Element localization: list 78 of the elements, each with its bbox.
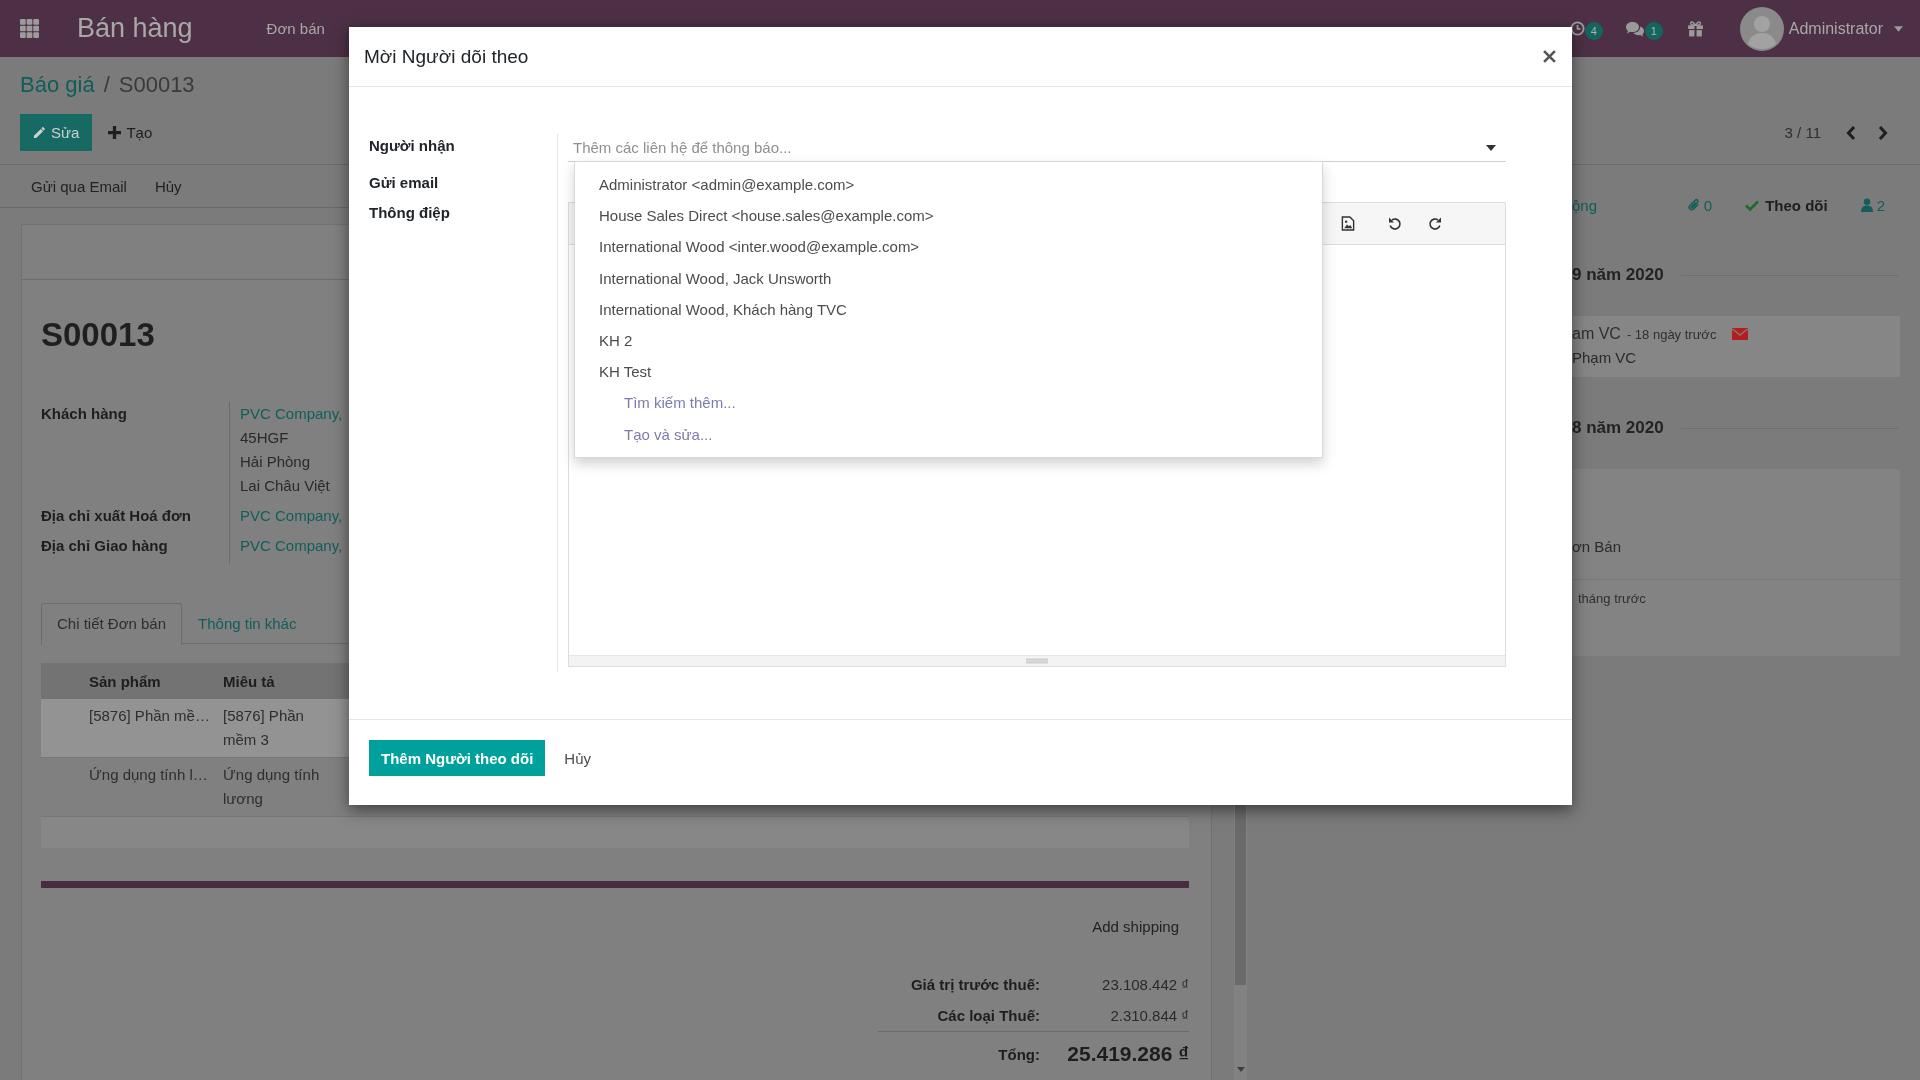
message-author: am VC <box>1572 325 1621 343</box>
dropdown-action[interactable]: Tạo và sửa... <box>575 418 713 450</box>
record-title: S00013 <box>41 315 155 355</box>
app-name: Bán hàng <box>77 13 193 44</box>
pencil-icon <box>33 126 46 139</box>
gift-icon[interactable] <box>1686 20 1704 37</box>
column-header[interactable]: Sản phẩm <box>89 672 161 690</box>
date-separator: 9 năm 2020 <box>1572 265 1664 285</box>
clock-icon[interactable] <box>1569 21 1585 36</box>
total-value: 2.310.844 ₫ <box>1109 1007 1189 1024</box>
scroll-down-arrow-icon[interactable] <box>1236 1067 1245 1072</box>
date-separator: 8 năm 2020 <box>1572 418 1664 438</box>
table-cell: Ứng dụng tính l… <box>89 766 208 783</box>
total-label: Tổng: <box>997 1045 1040 1063</box>
apps-grid-icon[interactable] <box>20 19 39 38</box>
check-icon <box>1745 199 1760 211</box>
pager-counter: 3 / 11 <box>1784 124 1821 141</box>
undo-icon <box>1388 216 1402 231</box>
scrollbar-thumb[interactable] <box>1235 805 1246 985</box>
column-header[interactable]: Miêu tả <box>223 672 275 690</box>
table-cell: [5876] Phần mề… <box>89 707 210 724</box>
field-label: Địa chỉ xuất Hoá đơn <box>41 507 191 524</box>
chevron-left-icon <box>1846 124 1856 141</box>
dropdown-option[interactable]: International Wood <inter.wood@example.com> <box>575 231 920 263</box>
total-value: 25.419.286 ₫ <box>1066 1042 1189 1066</box>
total-label: Giá trị trước thuế: <box>909 976 1040 993</box>
total-value: 23.108.442 ₫ <box>1101 976 1189 993</box>
action-button[interactable]: Hủy <box>154 177 182 195</box>
cancel-button[interactable]: Hủy <box>564 740 592 776</box>
image-icon <box>1341 216 1355 231</box>
close-icon <box>1543 50 1556 63</box>
count-badge: 1 <box>1644 21 1663 40</box>
confirm-button[interactable]: Thêm Người theo dõi <box>369 740 546 776</box>
menu-item[interactable]: Đơn bán <box>266 20 325 37</box>
edit-button[interactable]: Sửa <box>20 114 93 151</box>
chevron-right-icon <box>1878 124 1888 141</box>
breadcrumb-current: S00013 <box>118 71 195 99</box>
resize-grip-icon[interactable] <box>1026 658 1048 664</box>
envelope-icon <box>1732 328 1749 340</box>
close-button[interactable] <box>1543 50 1556 63</box>
paperclip-icon <box>1687 198 1700 212</box>
field-label: Thông điệp <box>369 203 450 223</box>
message-time: tháng trước <box>1578 590 1646 606</box>
action-button[interactable]: Gửi qua Email <box>31 177 127 195</box>
field-label: Người nhận <box>369 136 455 156</box>
dropdown-action[interactable]: Tìm kiếm thêm... <box>575 387 736 419</box>
field-label: Khách hàng <box>41 405 127 422</box>
table-cell: Ứng dụng tính lương <box>223 766 320 807</box>
address-line: Lai Châu Việt <box>240 476 330 496</box>
field-label: Địa chỉ Giao hàng <box>41 537 168 554</box>
follow-button[interactable]: Theo dõi <box>1745 196 1828 214</box>
message-body: ơn Bán <box>1572 537 1622 557</box>
plus-icon <box>108 126 122 139</box>
dropdown-option[interactable]: KH Test <box>575 356 652 388</box>
avatar-icon[interactable] <box>1739 6 1784 51</box>
create-button[interactable]: Tạo <box>95 114 166 151</box>
dropdown-option[interactable]: International Wood, Jack Unsworth <box>575 262 832 294</box>
user-menu[interactable]: Administrator <box>1788 19 1883 38</box>
dropdown-option[interactable]: Administrator <admin@example.com> <box>575 169 855 201</box>
dialog-title: Mời Người dõi theo <box>364 45 529 68</box>
table-cell: [5876] Phần mềm 3 <box>223 707 304 748</box>
dropdown-option[interactable]: International Wood, Khách hàng TVC <box>575 293 847 325</box>
breadcrumb-separator: / <box>103 71 110 99</box>
total-label: Các loại Thuế: <box>936 1007 1040 1024</box>
address-line: 45HGF <box>240 428 289 448</box>
dropdown-option[interactable]: House Sales Direct <house.sales@example.com> <box>575 200 934 232</box>
add-shipping-button[interactable]: Add shipping <box>1082 911 1189 941</box>
field-label: Gửi email <box>369 173 439 193</box>
notebook-tab[interactable]: Chi tiết Đơn bán <box>41 603 183 645</box>
message-body: Phạm VC <box>1572 348 1637 368</box>
message-time: - 18 ngày trước <box>1626 326 1717 342</box>
dropdown-option[interactable]: KH 2 <box>575 325 633 357</box>
chat-bubbles-icon[interactable] <box>1624 20 1645 37</box>
address-line: Hải Phòng <box>240 452 311 472</box>
user-icon <box>1860 198 1873 212</box>
redo-icon <box>1428 216 1442 231</box>
caret-icon[interactable] <box>1486 145 1496 151</box>
count-badge: 4 <box>1584 21 1603 40</box>
